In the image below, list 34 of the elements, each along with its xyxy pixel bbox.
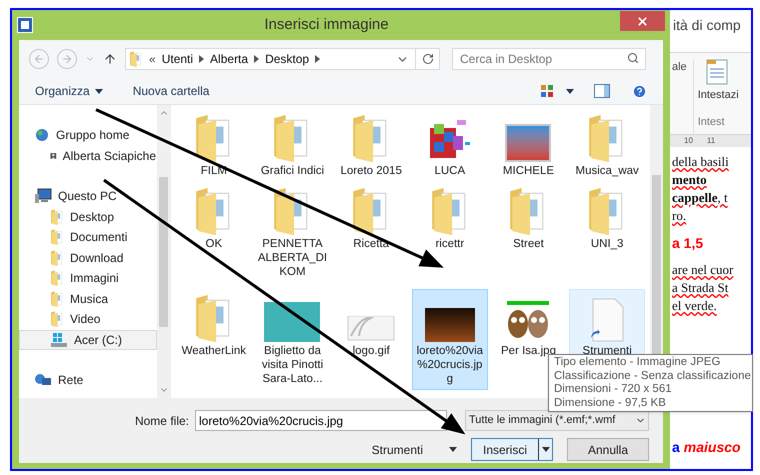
- ribbon-group-label: ale: [672, 60, 687, 75]
- document-text: della basili: [672, 153, 730, 171]
- file-name: WeatherLink: [180, 344, 247, 358]
- ribbon-section-label: Intest: [698, 114, 725, 130]
- file-name: Strumenti: [582, 344, 633, 357]
- file-name: Musica_wav: [574, 164, 640, 178]
- tooltip-text: Dimensione - 97,5 KB: [554, 396, 667, 410]
- file-name: loreto%20via%20crucis.jpg: [416, 344, 484, 386]
- file-name-label: Nome file:: [134, 412, 189, 430]
- document-text: a Strada St: [672, 279, 730, 297]
- file-name: logo.gif: [352, 344, 391, 358]
- document-text: maiusco: [684, 438, 741, 457]
- window-title: Inserisci immagine: [264, 14, 389, 35]
- ruler-number: 10: [684, 135, 693, 147]
- file-name: Biglietto da visita Pinotti Sara-Lato...: [260, 344, 324, 386]
- file-name: UNI_3: [590, 237, 624, 251]
- document-heading: a 1,5: [672, 234, 704, 252]
- document-text: ro.: [672, 207, 688, 225]
- file-name: Street: [512, 237, 545, 251]
- file-name: MICHELE: [502, 164, 556, 178]
- file-name: ricettr: [434, 237, 466, 251]
- document-text: el verde.: [672, 297, 718, 315]
- document-title: ità di comp: [673, 16, 741, 35]
- ruler-number: 11: [706, 135, 716, 147]
- document-text: are nel cuor: [672, 261, 734, 279]
- file-name: Loreto 2015: [339, 164, 403, 178]
- file-name: Grafici Indici: [260, 164, 326, 178]
- file-name: LUCA: [433, 164, 466, 178]
- file-name: OK: [204, 237, 224, 251]
- tooltip-text: Dimensioni - 720 x 561: [554, 383, 673, 396]
- document-text: mento: [672, 171, 708, 189]
- document-text: a: [672, 438, 680, 457]
- file-name: PENNETTA ALBERTA_DIKOM: [258, 237, 328, 279]
- document-text: cappelle, t: [672, 189, 729, 207]
